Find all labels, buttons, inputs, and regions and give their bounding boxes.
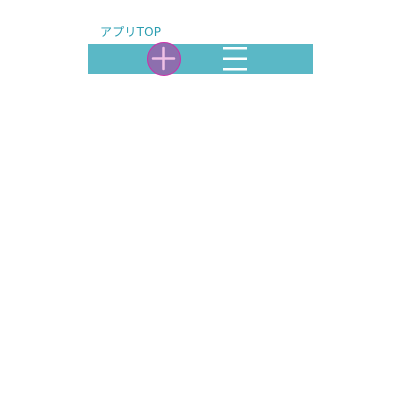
add-button[interactable] <box>147 42 181 76</box>
app-screen: アプリTOP <box>0 0 400 417</box>
page-title: アプリTOP <box>100 25 162 39</box>
hamburger-menu-icon <box>223 47 247 71</box>
menu-button[interactable] <box>221 46 249 72</box>
toolbar <box>88 44 313 74</box>
plus-icon <box>151 46 176 71</box>
